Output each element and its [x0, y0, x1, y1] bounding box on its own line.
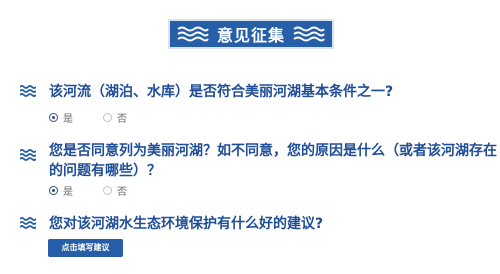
- radio-checked-icon[interactable]: [49, 113, 58, 122]
- wave-bullet-icon: [20, 217, 36, 229]
- question-2-options: 是 否: [49, 183, 153, 198]
- option-label: 否: [117, 187, 127, 198]
- wave-left-icon: [177, 26, 209, 42]
- question-1-option-yes[interactable]: 是: [49, 110, 73, 125]
- option-label: 否: [117, 114, 127, 125]
- question-1-options: 是 否: [49, 110, 153, 125]
- question-2-option-yes[interactable]: 是: [49, 183, 73, 198]
- question-2-option-no[interactable]: 否: [103, 183, 127, 198]
- question-2-text: 您是否同意列为美丽河湖？如不同意，您的原因是什么（或者该河湖存在的问题有哪些）？: [49, 143, 497, 179]
- wave-bullet-icon: [20, 149, 36, 161]
- option-label: 是: [63, 187, 73, 198]
- option-label: 是: [63, 114, 73, 125]
- page-title: 意见征集: [216, 26, 285, 45]
- question-3-text: 您对该河湖水生态环境保护有什么好的建议?: [49, 216, 324, 232]
- write-suggestion-button[interactable]: 点击填写建议: [48, 239, 123, 257]
- radio-unchecked-icon[interactable]: [103, 113, 112, 122]
- question-1-option-no[interactable]: 否: [103, 110, 127, 125]
- page-banner: 意见征集: [168, 19, 334, 49]
- wave-bullet-icon: [20, 85, 36, 97]
- question-1-text: 该河流（湖泊、水库）是否符合美丽河湖基本条件之一?: [49, 84, 394, 100]
- radio-checked-icon[interactable]: [49, 186, 58, 195]
- wave-right-icon: [293, 26, 325, 42]
- radio-unchecked-icon[interactable]: [103, 186, 112, 195]
